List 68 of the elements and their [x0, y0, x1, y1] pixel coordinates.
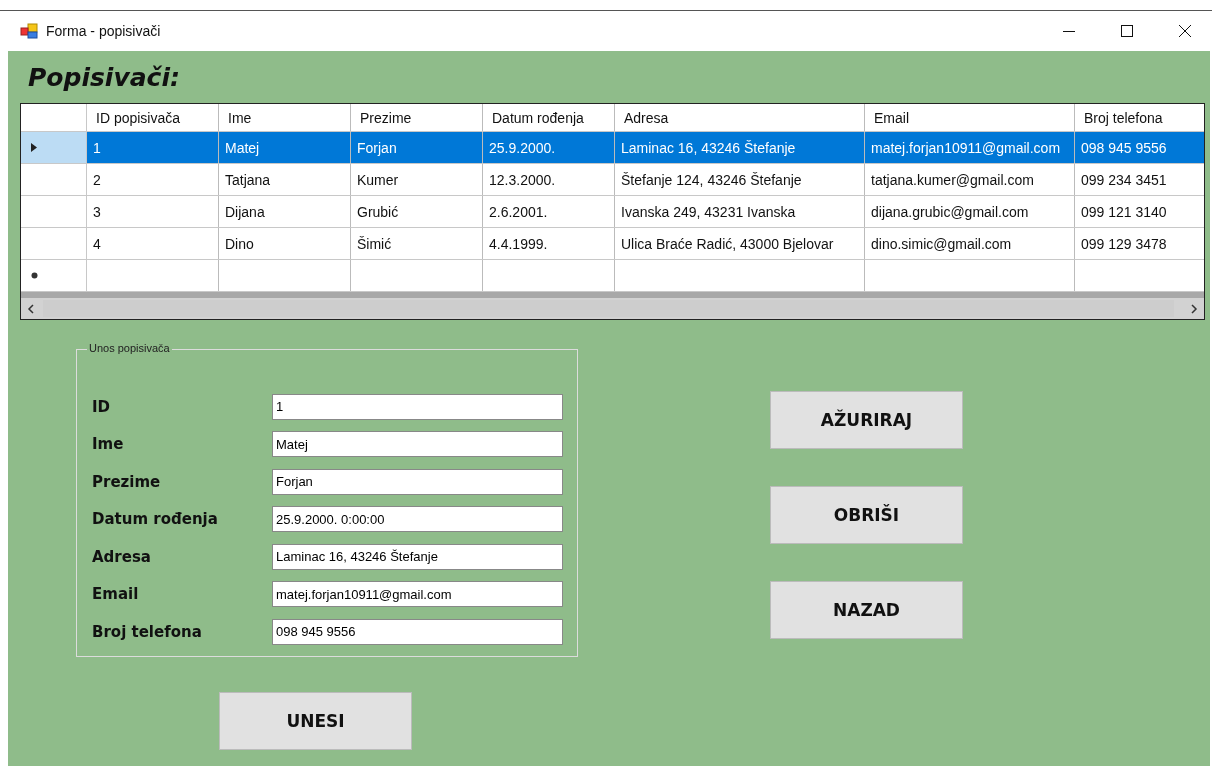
column-header[interactable]: Email	[865, 104, 1075, 131]
input-field[interactable]: Matej	[272, 431, 563, 458]
action-button[interactable]: AŽURIRAJ	[770, 391, 963, 449]
table-cell: Matej	[219, 132, 351, 163]
table-cell: Kumer	[351, 164, 483, 195]
column-header[interactable]: Prezime	[351, 104, 483, 131]
input-field[interactable]: Forjan	[272, 468, 563, 495]
field-label: Ime	[92, 435, 125, 454]
table-cell: dijana.grubic@gmail.com	[865, 196, 1075, 227]
table-row[interactable]: 2 Tatjana Kumer 12.3.2000. Štefanje 124, 43246 Štefanje tatjana.kumer@gmail.com 099 234 3451	[21, 164, 1204, 196]
insert-button[interactable]: UNESI	[219, 692, 412, 750]
table-cell: 4	[87, 228, 219, 259]
current-row-icon	[31, 143, 37, 152]
table-cell: Šimić	[351, 228, 483, 259]
input-field[interactable]: 25.9.2000. 0:00:00	[272, 506, 563, 533]
table-cell: 098 945 9556	[1075, 132, 1204, 163]
close-icon[interactable]	[1179, 25, 1191, 37]
table-cell: 1	[87, 132, 219, 163]
input-field[interactable]: 098 945 9556	[272, 618, 563, 645]
table-cell: 12.3.2000.	[483, 164, 615, 195]
action-button[interactable]: NAZAD	[770, 581, 963, 639]
form-heading: Popisivači:	[27, 63, 181, 94]
window-title: Forma - popisivači	[46, 23, 161, 39]
table-cell: 3	[87, 196, 219, 227]
table-cell: matej.forjan10911@gmail.com	[865, 132, 1075, 163]
row-header[interactable]	[21, 132, 87, 163]
table-cell: 099 121 3140	[1075, 196, 1204, 227]
table-cell: 099 234 3451	[1075, 164, 1204, 195]
field-label: Prezime	[92, 472, 162, 491]
field-label: Email	[92, 585, 140, 604]
table-cell: 099 129 3478	[1075, 228, 1204, 259]
column-header[interactable]: Broj telefona	[1075, 104, 1204, 131]
table-cell: Ivanska 249, 43231 Ivanska	[615, 196, 865, 227]
column-header[interactable]: Datum rođenja	[483, 104, 615, 131]
maximize-icon[interactable]	[1121, 25, 1133, 37]
table-row[interactable]: 3 Dijana Grubić 2.6.2001. Ivanska 249, 43231 Ivanska dijana.grubic@gmail.com 099 121 3140	[21, 196, 1204, 228]
field-label: Datum rođenja	[92, 510, 219, 529]
scroll-left-icon[interactable]	[27, 303, 35, 314]
table-cell: Dino	[219, 228, 351, 259]
group-title: Unos popisivača	[87, 342, 172, 354]
table-cell: Štefanje 124, 43246 Štefanje	[615, 164, 865, 195]
field-label: ID	[92, 397, 112, 416]
table-cell: 4.4.1999.	[483, 228, 615, 259]
table-cell: dino.simic@gmail.com	[865, 228, 1075, 259]
table-cell: 2	[87, 164, 219, 195]
table-cell: Forjan	[351, 132, 483, 163]
column-header[interactable]: Adresa	[615, 104, 865, 131]
table-cell: tatjana.kumer@gmail.com	[865, 164, 1075, 195]
column-header[interactable]: ID popisivača	[87, 104, 219, 131]
field-label: Adresa	[92, 547, 152, 566]
table-cell: Grubić	[351, 196, 483, 227]
table-cell: Laminac 16, 43246 Štefanje	[615, 132, 865, 163]
scroll-right-icon[interactable]	[1190, 303, 1198, 314]
column-header[interactable]: Ime	[219, 104, 351, 131]
table-cell: Tatjana	[219, 164, 351, 195]
field-label: Broj telefona	[92, 622, 203, 641]
table-cell: Ulica Braće Radić, 43000 Bjelovar	[615, 228, 865, 259]
action-button[interactable]: OBRIŠI	[770, 486, 963, 544]
input-field[interactable]: Laminac 16, 43246 Štefanje	[272, 543, 563, 570]
table-cell: 2.6.2001.	[483, 196, 615, 227]
input-field[interactable]: 1	[272, 393, 563, 420]
table-row[interactable]: 4 Dino Šimić 4.4.1999. Ulica Braće Radić, 43000 Bjelovar dino.simic@gmail.com 099 129 3478	[21, 228, 1204, 260]
table-row[interactable]: 1 Matej Forjan 25.9.2000. Laminac 16, 43246 Štefanje matej.forjan10911@gmail.com 098 945 9556	[21, 132, 1204, 164]
app-icon	[20, 23, 38, 39]
table-cell: 25.9.2000.	[483, 132, 615, 163]
input-field[interactable]: matej.forjan10911@gmail.com	[272, 581, 563, 608]
new-row-icon	[31, 272, 38, 279]
table-cell: Dijana	[219, 196, 351, 227]
